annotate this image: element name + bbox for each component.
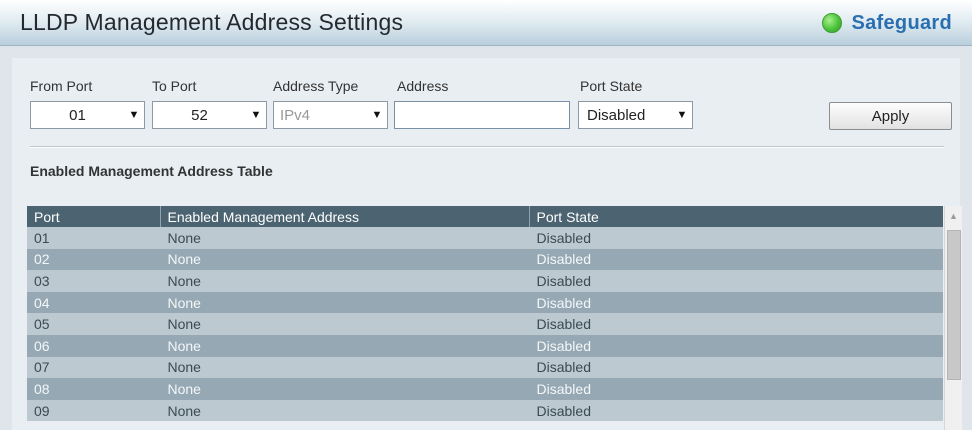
from-port-value: 01 [69, 106, 86, 124]
table-scrollbar[interactable]: ▲ [944, 206, 962, 430]
page-frame: LLDP Management Address Settings Safegua… [0, 0, 972, 430]
chevron-down-icon: ▼ [676, 109, 688, 121]
column-header-enabled-management-address: Enabled Management Address [160, 206, 530, 227]
chevron-down-icon: ▼ [128, 109, 140, 121]
cell-management-address: None [160, 356, 529, 379]
to-port-select[interactable]: 52 ▼ [152, 101, 267, 129]
cell-management-address: None [160, 270, 529, 292]
table-row: 02 None Disabled [27, 248, 943, 271]
page-header: LLDP Management Address Settings Safegua… [0, 0, 972, 46]
scroll-up-arrow-icon[interactable]: ▲ [945, 206, 962, 226]
cell-management-address: None [160, 291, 529, 314]
table-header-row: Port Enabled Management Address Port Sta… [27, 206, 943, 227]
port-state-value: Disabled [587, 106, 646, 124]
cell-port: 03 [27, 270, 160, 292]
cell-port-state: Disabled [529, 334, 943, 357]
cell-management-address: None [160, 334, 529, 357]
to-port-value: 52 [191, 106, 208, 124]
scrollbar-thumb[interactable] [947, 230, 961, 380]
column-header-port: Port [27, 206, 161, 227]
table-section-title: Enabled Management Address Table [30, 163, 273, 179]
table-row: 05 None Disabled [27, 313, 943, 335]
cell-port-state: Disabled [529, 270, 943, 292]
table-row: 01 None Disabled [27, 227, 943, 249]
safeguard-label: Safeguard [851, 11, 952, 34]
table-row: 03 None Disabled [27, 270, 943, 292]
cell-management-address: None [160, 313, 529, 335]
address-type-value: IPv4 [280, 106, 311, 124]
cell-port: 09 [27, 399, 160, 422]
safeguard-status-icon [822, 13, 843, 33]
cell-port-state: Disabled [529, 378, 943, 400]
cell-port-state: Disabled [529, 399, 943, 422]
management-address-table: Port Enabled Management Address Port Sta… [27, 206, 943, 422]
from-port-label: From Port [30, 78, 93, 94]
to-port-label: To Port [152, 78, 197, 94]
chevron-down-icon: ▼ [250, 109, 262, 121]
cell-management-address: None [160, 248, 529, 271]
cell-port-state: Disabled [529, 291, 943, 314]
cell-port: 02 [27, 248, 160, 271]
table-row: 04 None Disabled [27, 291, 943, 314]
address-label: Address [397, 78, 449, 94]
cell-port: 07 [27, 356, 160, 379]
cell-management-address: None [160, 399, 529, 422]
cell-port: 01 [27, 227, 160, 249]
cell-management-address: None [160, 227, 529, 249]
table-row: 08 None Disabled [27, 378, 943, 400]
cell-management-address: None [160, 378, 529, 400]
cell-port: 04 [27, 291, 160, 314]
address-type-label: Address Type [273, 78, 359, 94]
page-title: LLDP Management Address Settings [20, 9, 404, 35]
management-address-table-container: Port Enabled Management Address Port Sta… [27, 206, 943, 430]
table-row: 06 None Disabled [27, 334, 943, 357]
apply-button[interactable]: Apply [829, 102, 952, 130]
from-port-select[interactable]: 01 ▼ [30, 101, 145, 129]
table-row: 07 None Disabled [27, 356, 943, 379]
port-state-label: Port State [580, 78, 643, 94]
cell-port-state: Disabled [529, 227, 943, 249]
cell-port: 05 [27, 313, 160, 335]
column-header-port-state: Port State [529, 206, 943, 227]
address-input[interactable] [394, 101, 570, 129]
port-state-select[interactable]: Disabled ▼ [578, 101, 693, 129]
address-type-select: IPv4 ▼ [273, 101, 388, 129]
cell-port-state: Disabled [529, 313, 943, 335]
cell-port-state: Disabled [529, 248, 943, 271]
cell-port-state: Disabled [529, 356, 943, 379]
cell-port: 08 [27, 378, 160, 400]
cell-port: 06 [27, 334, 160, 357]
chevron-down-icon: ▼ [371, 109, 383, 121]
table-row: 09 None Disabled [27, 399, 943, 422]
safeguard-indicator[interactable]: Safeguard [822, 10, 952, 36]
section-divider [30, 146, 944, 148]
